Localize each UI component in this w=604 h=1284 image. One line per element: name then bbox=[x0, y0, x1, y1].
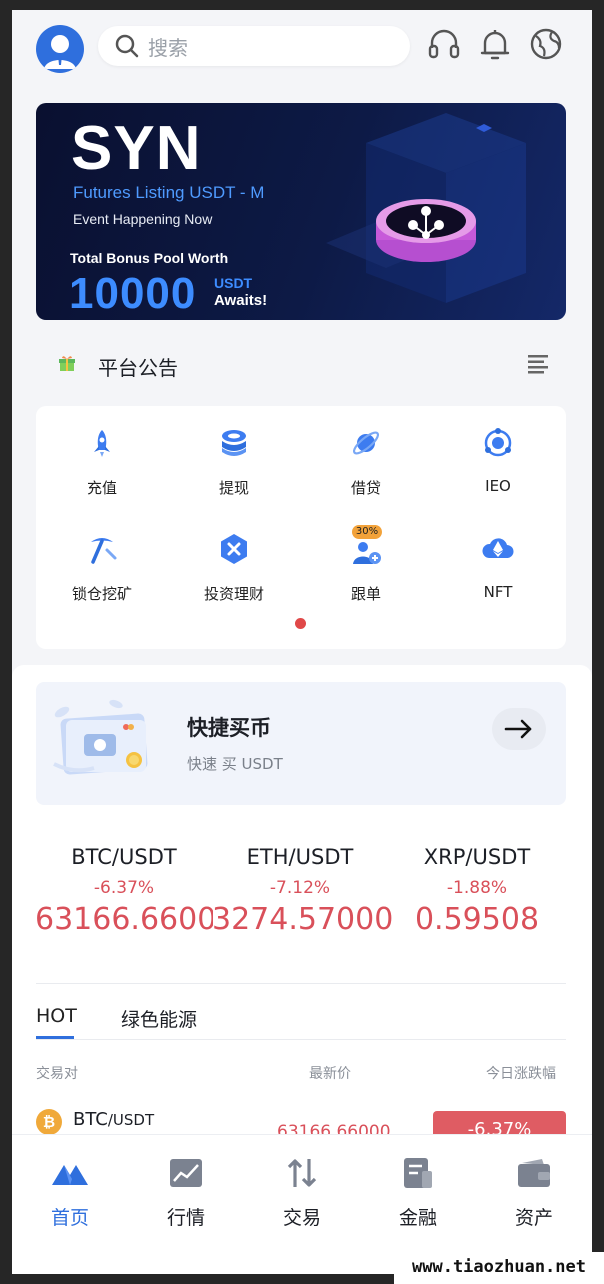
headset-icon[interactable] bbox=[426, 26, 462, 62]
function-grid: 充值 提现 借贷 IEO 锁仓挖矿 投资理财 30% 跟单 NFT bbox=[36, 406, 566, 649]
nav-finance[interactable]: 金融 bbox=[360, 1135, 476, 1235]
grid-item-label: NFT bbox=[483, 583, 513, 601]
nav-assets[interactable]: 资产 bbox=[476, 1135, 592, 1235]
rocket-icon bbox=[94, 430, 110, 457]
top-header: 搜索 bbox=[12, 10, 592, 86]
arrow-right-icon bbox=[504, 719, 532, 739]
market-panel: 快捷买币 快速 买 USDT BTC/USDT -6.37% 63166.660… bbox=[12, 665, 592, 1151]
banner-event: Event Happening Now bbox=[73, 211, 213, 227]
nav-label: 交易 bbox=[282, 1207, 321, 1229]
user-avatar[interactable] bbox=[36, 25, 84, 73]
planet-icon bbox=[352, 431, 380, 455]
row-pair[interactable]: BTC/USDT bbox=[73, 1109, 154, 1130]
tab-green-energy[interactable]: 绿色能源 bbox=[121, 1005, 197, 1032]
grid-item-label: 借贷 bbox=[350, 479, 381, 497]
column-header-change: 今日涨跌幅 bbox=[486, 1066, 556, 1082]
gift-icon bbox=[59, 356, 75, 371]
bell-icon[interactable] bbox=[477, 26, 513, 62]
search-input[interactable]: 搜索 bbox=[98, 26, 410, 66]
grid-item-copytrade[interactable]: 30% 跟单 bbox=[300, 512, 432, 603]
row-base: BTC bbox=[73, 1109, 108, 1130]
app-screen: 搜索 SYN Futures Listing USDT - M Event Ha… bbox=[12, 10, 592, 1274]
quick-buy-subtitle: 快速 买 USDT bbox=[187, 755, 283, 773]
nav-home[interactable]: 首页 bbox=[12, 1135, 128, 1235]
nav-label: 资产 bbox=[514, 1207, 553, 1229]
grid-item-label: IEO bbox=[485, 477, 511, 495]
grid-item-staking[interactable]: 锁仓挖矿 bbox=[36, 512, 168, 603]
search-placeholder: 搜索 bbox=[148, 35, 188, 60]
avatar-icon bbox=[44, 35, 76, 69]
nav-trade[interactable]: 交易 bbox=[244, 1135, 360, 1235]
ticker-pair: BTC/USDT bbox=[71, 845, 177, 869]
badge-30-percent: 30% bbox=[352, 525, 382, 539]
home-mountain-icon bbox=[52, 1165, 88, 1185]
menu-lines-icon[interactable] bbox=[526, 352, 550, 374]
banner-awaits: Awaits! bbox=[214, 292, 268, 309]
banner-pool-label: Total Bonus Pool Worth bbox=[70, 250, 229, 266]
ticker-price: 63166.66000 bbox=[35, 902, 213, 937]
ticker-price: 3274.57000 bbox=[212, 902, 394, 937]
column-header-price: 最新价 bbox=[309, 1066, 351, 1082]
banner-title: SYN bbox=[71, 114, 202, 183]
nav-label: 行情 bbox=[166, 1207, 205, 1229]
quick-buy-title: 快捷买币 bbox=[187, 716, 271, 740]
banner-artwork bbox=[326, 113, 526, 303]
announcement-label: 平台公告 bbox=[98, 356, 178, 380]
quick-buy-card[interactable]: 快捷买币 快速 买 USDT bbox=[36, 682, 566, 805]
ticker-pair: XRP/USDT bbox=[423, 845, 531, 869]
tab-hot[interactable]: HOT bbox=[36, 1005, 77, 1027]
ticker-change: -6.37% bbox=[93, 878, 155, 898]
chart-icon bbox=[170, 1159, 202, 1187]
nav-market[interactable]: 行情 bbox=[128, 1135, 244, 1235]
document-icon bbox=[404, 1158, 432, 1188]
ticker-eth[interactable]: ETH/USDT -7.12% 3274.57000 bbox=[212, 845, 394, 937]
ticker-change: -7.12% bbox=[269, 878, 331, 898]
wallet-icon bbox=[518, 1159, 550, 1187]
pickaxe-icon bbox=[91, 538, 117, 564]
hexagon-cross-icon bbox=[221, 534, 247, 564]
promo-banner[interactable]: SYN Futures Listing USDT - M Event Happe… bbox=[36, 103, 566, 320]
grid-item-nft[interactable]: NFT bbox=[432, 512, 564, 601]
column-header-pair: 交易对 bbox=[36, 1066, 78, 1082]
banner-amount: 10000 bbox=[69, 269, 197, 318]
cloud-eth-icon bbox=[482, 538, 514, 558]
btc-coin-icon: ₿ bbox=[36, 1109, 62, 1135]
orbit-icon bbox=[484, 428, 512, 457]
row-quote: /USDT bbox=[107, 1111, 155, 1129]
ticker-xrp[interactable]: XRP/USDT -1.88% 0.59508 bbox=[389, 845, 565, 937]
tabs-divider bbox=[36, 1039, 566, 1040]
swap-arrows-icon bbox=[287, 1159, 317, 1187]
grid-item-label: 充值 bbox=[86, 479, 117, 497]
globe-icon[interactable] bbox=[528, 26, 564, 62]
ticker-price: 0.59508 bbox=[414, 902, 540, 937]
banner-subtitle: Futures Listing USDT - M bbox=[73, 183, 265, 202]
ticker-pair: ETH/USDT bbox=[246, 845, 354, 869]
pager-dot[interactable] bbox=[295, 618, 306, 629]
grid-item-label: 提现 bbox=[218, 479, 249, 497]
grid-item-deposit[interactable]: 充值 bbox=[36, 406, 168, 497]
banner-unit: USDT bbox=[214, 275, 253, 291]
ticker-change: -1.88% bbox=[446, 878, 508, 898]
nav-label: 金融 bbox=[398, 1207, 437, 1229]
grid-item-loan[interactable]: 借贷 bbox=[300, 406, 432, 497]
ticker-btc[interactable]: BTC/USDT -6.37% 63166.66000 bbox=[35, 845, 213, 937]
announcement-bar[interactable]: 平台公告 bbox=[36, 340, 566, 388]
grid-item-label: 跟单 bbox=[350, 585, 381, 603]
quick-buy-arrow-button[interactable] bbox=[492, 708, 546, 750]
search-icon bbox=[115, 34, 139, 58]
grid-item-withdraw[interactable]: 提现 bbox=[168, 406, 300, 497]
watermark-label: www.tiaozhuan.net bbox=[394, 1252, 604, 1284]
card-illustration-icon bbox=[53, 699, 148, 775]
section-divider bbox=[36, 983, 566, 984]
grid-item-invest[interactable]: 投资理财 bbox=[168, 512, 300, 603]
grid-item-ieo[interactable]: IEO bbox=[432, 406, 564, 495]
grid-item-label: 投资理财 bbox=[203, 585, 264, 603]
nav-label: 首页 bbox=[50, 1207, 89, 1229]
coin-stack-icon bbox=[222, 430, 246, 456]
grid-item-label: 锁仓挖矿 bbox=[71, 585, 132, 603]
